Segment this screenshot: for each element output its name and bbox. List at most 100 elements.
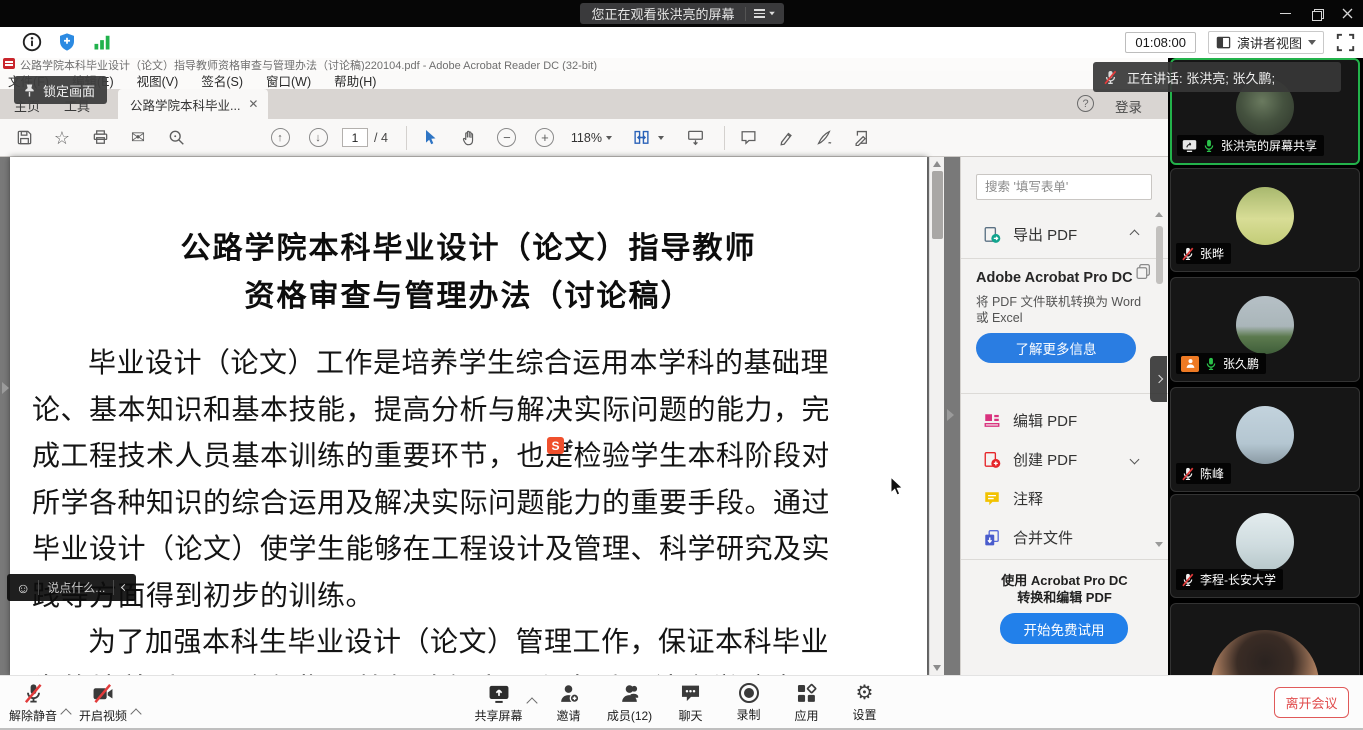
zoom-out-button[interactable]: −: [493, 124, 521, 152]
scroll-up-icon[interactable]: [1155, 212, 1163, 217]
pin-icon: [23, 83, 36, 98]
meeting-timer: 01:08:00: [1125, 32, 1196, 53]
menu-view[interactable]: 视图(V): [137, 71, 179, 90]
sign-in-link[interactable]: 登录: [1115, 96, 1142, 116]
quick-chat-bar[interactable]: ☺ 说点什么...: [7, 574, 136, 601]
tool-export-pdf[interactable]: 导出 PDF: [961, 215, 1168, 254]
left-pane-toggle[interactable]: [2, 382, 9, 394]
tab-document[interactable]: 公路学院本科毕业... ✕: [118, 89, 268, 119]
unmute-label: 解除静音: [9, 707, 57, 724]
pages-icon: [1135, 263, 1152, 280]
start-trial-button[interactable]: 开始免费试用: [1000, 613, 1128, 644]
ime-indicator-badge[interactable]: S: [547, 437, 564, 454]
record-button[interactable]: 录制: [720, 677, 778, 729]
banner-menu-button[interactable]: [745, 7, 776, 21]
scrollbar-thumb[interactable]: [932, 171, 943, 239]
leave-meeting-button[interactable]: 离开会议: [1274, 687, 1349, 718]
menu-help[interactable]: 帮助(H): [334, 71, 376, 90]
mic-muted-icon: [23, 683, 44, 704]
emoji-icon[interactable]: ☺: [16, 581, 30, 595]
request-signatures-button[interactable]: [849, 124, 877, 152]
previous-page-button[interactable]: ↑: [266, 124, 294, 152]
quick-chat-prompt[interactable]: 说点什么...: [47, 579, 105, 596]
email-button[interactable]: ✉: [124, 124, 152, 152]
highlight-tool-button[interactable]: [773, 124, 801, 152]
participant-tile[interactable]: 张晔: [1170, 168, 1360, 272]
comment-bubble-icon: [740, 129, 757, 146]
document-line: 论、基本知识和基本技能，提高分析与解决实际问题的能力，完: [32, 388, 828, 435]
page-number-input[interactable]: [342, 128, 368, 147]
tool-comment[interactable]: 注释: [961, 479, 1168, 518]
tools-search-input[interactable]: [976, 174, 1152, 200]
apps-button[interactable]: 应用: [778, 677, 836, 729]
find-button[interactable]: [162, 124, 190, 152]
fit-width-button[interactable]: [628, 124, 656, 152]
security-shield-icon[interactable]: [57, 32, 77, 52]
document-scrollbar[interactable]: [929, 157, 944, 675]
create-pdf-icon: [983, 451, 1001, 469]
acrobat-tools-panel: 导出 PDF Adobe Acrobat Pro DC 将 PDF 文件联机转换…: [960, 157, 1168, 675]
invite-button[interactable]: 邀请: [540, 677, 598, 729]
settings-button[interactable]: ⚙ 设置: [836, 677, 894, 729]
reading-mode-button[interactable]: [682, 124, 710, 152]
zoom-in-button[interactable]: +: [531, 124, 559, 152]
document-line: 所学各种知识的综合运用及解决实际问题能力的重要手段。通过: [32, 481, 828, 528]
learn-more-button[interactable]: 了解更多信息: [976, 333, 1136, 363]
lock-view-tooltip[interactable]: 锁定画面: [14, 76, 107, 104]
help-icon[interactable]: ?: [1077, 95, 1094, 112]
menu-sign[interactable]: 签名(S): [201, 71, 243, 90]
minimize-button[interactable]: [1270, 0, 1301, 27]
chevron-down-icon[interactable]: [606, 136, 612, 140]
fill-sign-button[interactable]: [811, 124, 839, 152]
save-button[interactable]: [10, 124, 38, 152]
next-page-button[interactable]: ↓: [304, 124, 332, 152]
members-button[interactable]: 成员(12): [598, 677, 662, 729]
zoom-level-value[interactable]: 118%: [571, 131, 602, 145]
chevron-up-icon[interactable]: [526, 697, 537, 708]
select-tool-button[interactable]: [417, 124, 445, 152]
scrollbar-thumb[interactable]: [1156, 226, 1163, 284]
scroll-up-icon[interactable]: [933, 161, 941, 167]
toolbar-divider: [406, 126, 407, 150]
chevron-up-icon[interactable]: [60, 708, 71, 719]
panel-divider: [961, 393, 1168, 394]
participant-label: 李程-长安大学: [1176, 569, 1283, 590]
network-signal-icon[interactable]: [92, 32, 112, 52]
print-button[interactable]: [86, 124, 114, 152]
right-pane-toggle[interactable]: [947, 409, 954, 421]
mic-on-icon: [1204, 357, 1218, 371]
close-button[interactable]: [1332, 0, 1363, 27]
participant-tile[interactable]: 李程-长安大学: [1170, 494, 1360, 598]
document-view-area: 公路学院本科毕业设计（论文）指导教师 资格审查与管理办法（讨论稿） 毕业设计（论…: [0, 157, 960, 675]
fullscreen-button[interactable]: [1336, 33, 1355, 52]
participant-tile[interactable]: [1170, 603, 1360, 675]
participant-tile[interactable]: 张久鹏: [1170, 277, 1360, 382]
restore-button[interactable]: [1301, 0, 1332, 27]
chevron-left-icon[interactable]: [121, 584, 128, 591]
lock-view-label: 锁定画面: [43, 81, 95, 100]
tool-create-pdf[interactable]: 创建 PDF: [961, 440, 1168, 479]
tool-combine-files[interactable]: 合并文件: [961, 518, 1168, 557]
tool-edit-pdf[interactable]: 编辑 PDF: [961, 401, 1168, 440]
participant-tile[interactable]: 陈峰: [1170, 387, 1360, 492]
chat-button[interactable]: 聊天: [662, 677, 720, 729]
scroll-down-icon[interactable]: [1155, 542, 1163, 547]
share-screen-button[interactable]: 共享屏幕: [470, 677, 528, 729]
meeting-info-icon[interactable]: [22, 32, 42, 52]
chevron-down-icon[interactable]: [658, 136, 664, 140]
hand-tool-button[interactable]: [455, 124, 483, 152]
start-video-button[interactable]: 开启视频: [74, 677, 132, 729]
participants-panel-collapse-handle[interactable]: [1150, 356, 1167, 402]
menu-window[interactable]: 窗口(W): [266, 71, 311, 90]
chevron-up-icon[interactable]: [130, 708, 141, 719]
document-title-line2: 资格审查与管理办法（讨论稿）: [10, 271, 927, 315]
unmute-button[interactable]: 解除静音: [4, 677, 62, 729]
view-mode-selector[interactable]: 演讲者视图: [1208, 31, 1324, 54]
mic-on-icon: [1202, 139, 1216, 153]
comment-tool-button[interactable]: [735, 124, 763, 152]
participant-label: 张久鹏: [1176, 353, 1266, 374]
tab-close-icon[interactable]: ✕: [248, 98, 258, 110]
close-icon: [1342, 8, 1353, 19]
favorite-star-button[interactable]: ☆: [48, 124, 76, 152]
scroll-down-icon[interactable]: [933, 665, 941, 671]
